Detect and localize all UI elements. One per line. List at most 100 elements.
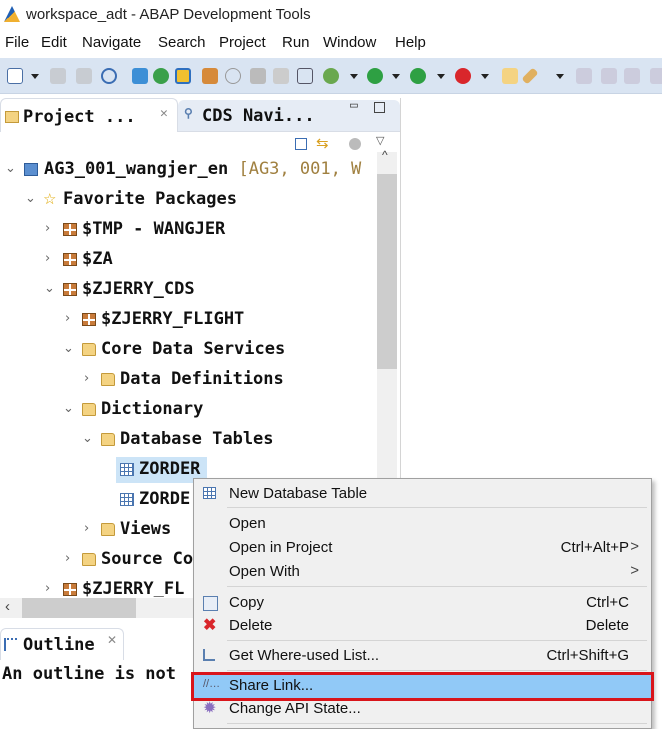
download-icon[interactable] <box>650 68 662 84</box>
menu-help[interactable]: Help <box>395 34 426 51</box>
menu-project[interactable]: Project <box>219 34 266 51</box>
menu-item-shortcut: Ctrl+C <box>586 594 629 611</box>
menu-navigate[interactable]: Navigate <box>82 34 141 51</box>
menu-search[interactable]: Search <box>158 34 206 51</box>
hierarchy-icon[interactable] <box>297 68 313 84</box>
search-icon[interactable] <box>101 68 117 84</box>
lock-icon[interactable] <box>250 68 266 84</box>
menu-item-new-database-table[interactable]: New Database Table <box>194 483 651 506</box>
view-menu-chevron-icon[interactable]: ▽ <box>376 134 384 147</box>
tree-item-project[interactable]: ⌄ AG3_001_wangjer_en [AG3, 001, W <box>0 157 377 183</box>
debug-icon[interactable] <box>323 68 339 84</box>
folder-icon <box>101 523 115 536</box>
scroll-up-icon[interactable]: ^ <box>382 148 388 162</box>
menu-item-copy[interactable]: Copy Ctrl+C <box>194 592 651 615</box>
tree-item-zjerry-cds[interactable]: ⌄ $ZJERRY_CDS <box>0 277 377 303</box>
tree-item-label: Source Co <box>101 549 194 569</box>
tree-item-database-tables[interactable]: ⌄ Database Tables <box>0 427 377 453</box>
menu-separator <box>227 640 647 641</box>
tree-item-label: Dictionary <box>101 399 204 419</box>
tree-item-label: ZORDE <box>139 489 191 509</box>
format-icon[interactable] <box>576 68 592 84</box>
tab-cds-navigator[interactable]: ⚲ CDS Navi... ▭ <box>178 98 400 132</box>
external-tools-icon[interactable] <box>455 68 471 84</box>
close-icon[interactable]: ✕ <box>107 633 117 647</box>
scroll-left-icon[interactable]: ‹ <box>5 598 10 615</box>
menu-item-label: Open With <box>229 563 300 580</box>
menu-item-change-api-state[interactable]: ✹ Change API State... <box>194 698 651 721</box>
link-icon[interactable] <box>225 68 241 84</box>
submenu-arrow-icon: > <box>630 538 639 555</box>
block-icon[interactable] <box>601 68 617 84</box>
outline-message: An outline is not <box>2 664 176 684</box>
external-tools-dropdown-icon[interactable] <box>481 74 489 79</box>
tree-item-tmp[interactable]: › $TMP - WANGJER <box>0 217 377 243</box>
new-dropdown-icon[interactable] <box>31 74 39 79</box>
new-table-icon <box>203 487 216 499</box>
run-abap-icon[interactable] <box>153 68 169 84</box>
debug-dropdown-icon[interactable] <box>350 74 358 79</box>
tree-item-label: Database Tables <box>120 429 274 449</box>
coverage-icon[interactable] <box>410 68 426 84</box>
user-icon[interactable] <box>273 68 289 84</box>
menu-file[interactable]: File <box>5 34 29 51</box>
pen-icon[interactable] <box>521 67 539 85</box>
menu-item-open[interactable]: Open <box>194 513 651 536</box>
menu-edit[interactable]: Edit <box>41 34 67 51</box>
menu-item-open-in-project[interactable]: Open in Project Ctrl+Alt+P > <box>194 537 651 560</box>
save-icon[interactable] <box>50 68 66 84</box>
project-explorer-icon <box>5 111 19 123</box>
tree-item-dictionary[interactable]: ⌄ Dictionary <box>0 397 377 423</box>
save-all-icon[interactable] <box>76 68 92 84</box>
where-used-icon <box>203 649 215 661</box>
filter-icon[interactable] <box>349 138 361 150</box>
context-menu: New Database Table Open Open in Project C… <box>191 478 654 729</box>
tree-item-data-definitions[interactable]: › Data Definitions <box>0 367 377 393</box>
scrollbar-thumb[interactable] <box>22 598 136 618</box>
menu-item-share-link[interactable]: //… Share Link... <box>191 672 654 701</box>
tree-item-favorite-packages[interactable]: ⌄ ☆ Favorite Packages <box>0 187 377 213</box>
menu-item-label: Open <box>229 515 266 532</box>
share-link-icon: //… <box>203 678 221 690</box>
tree-item-label: AG3_001_wangjer_en <box>44 159 229 179</box>
menu-item-shortcut: Delete <box>585 617 629 634</box>
tree-item-label: $ZJERRY_CDS <box>82 279 195 299</box>
folder-open-icon <box>82 343 96 356</box>
menu-item-open-with[interactable]: Open With > <box>194 561 651 584</box>
menu-item-delete[interactable]: ✖ Delete Delete <box>194 615 651 638</box>
collapse-all-icon[interactable] <box>295 138 307 150</box>
run-dropdown-icon[interactable] <box>392 74 400 79</box>
tree-item-zjerry-flight[interactable]: › $ZJERRY_FLIGHT <box>0 307 377 333</box>
coverage-dropdown-icon[interactable] <box>437 74 445 79</box>
tab-project-explorer[interactable]: Project ... ✕ <box>0 98 178 132</box>
open-folder-icon[interactable] <box>502 68 518 84</box>
scrollbar-thumb[interactable] <box>377 174 397 369</box>
menu-separator <box>227 586 647 587</box>
pilcrow-icon[interactable] <box>624 68 640 84</box>
tree-item-core-data-services[interactable]: ⌄ Core Data Services <box>0 337 377 363</box>
minimize-icon[interactable]: ▭ <box>350 98 358 113</box>
run-icon[interactable] <box>367 68 383 84</box>
menu-item-get-where-used-list[interactable]: Get Where-used List... Ctrl+Shift+G <box>194 645 651 668</box>
new-icon[interactable] <box>7 68 23 84</box>
menu-item-label: Change API State... <box>229 700 361 717</box>
package-icon <box>63 283 77 296</box>
menu-item-shortcut: Ctrl+Shift+G <box>546 647 629 664</box>
tree-item-label: Data Definitions <box>120 369 284 389</box>
menu-item-shortcut: Ctrl+Alt+P <box>560 539 629 556</box>
transport-icon[interactable] <box>202 68 218 84</box>
pen-dropdown-icon[interactable] <box>556 74 564 79</box>
activate-icon[interactable] <box>175 68 191 84</box>
link-with-editor-icon[interactable]: ⇆ <box>316 134 329 152</box>
open-object-icon[interactable] <box>132 68 148 84</box>
menu-run[interactable]: Run <box>282 34 310 51</box>
copy-icon <box>203 596 218 611</box>
tab-outline[interactable]: Outline ✕ <box>0 628 124 660</box>
menu-item-label: Open in Project <box>229 539 333 556</box>
menu-window[interactable]: Window <box>323 34 376 51</box>
maximize-icon[interactable] <box>374 102 385 113</box>
menu-separator <box>227 670 647 671</box>
tree-item-za[interactable]: › $ZA <box>0 247 377 273</box>
close-icon[interactable]: ✕ <box>160 106 168 121</box>
tree-item-label: Views <box>120 519 172 539</box>
